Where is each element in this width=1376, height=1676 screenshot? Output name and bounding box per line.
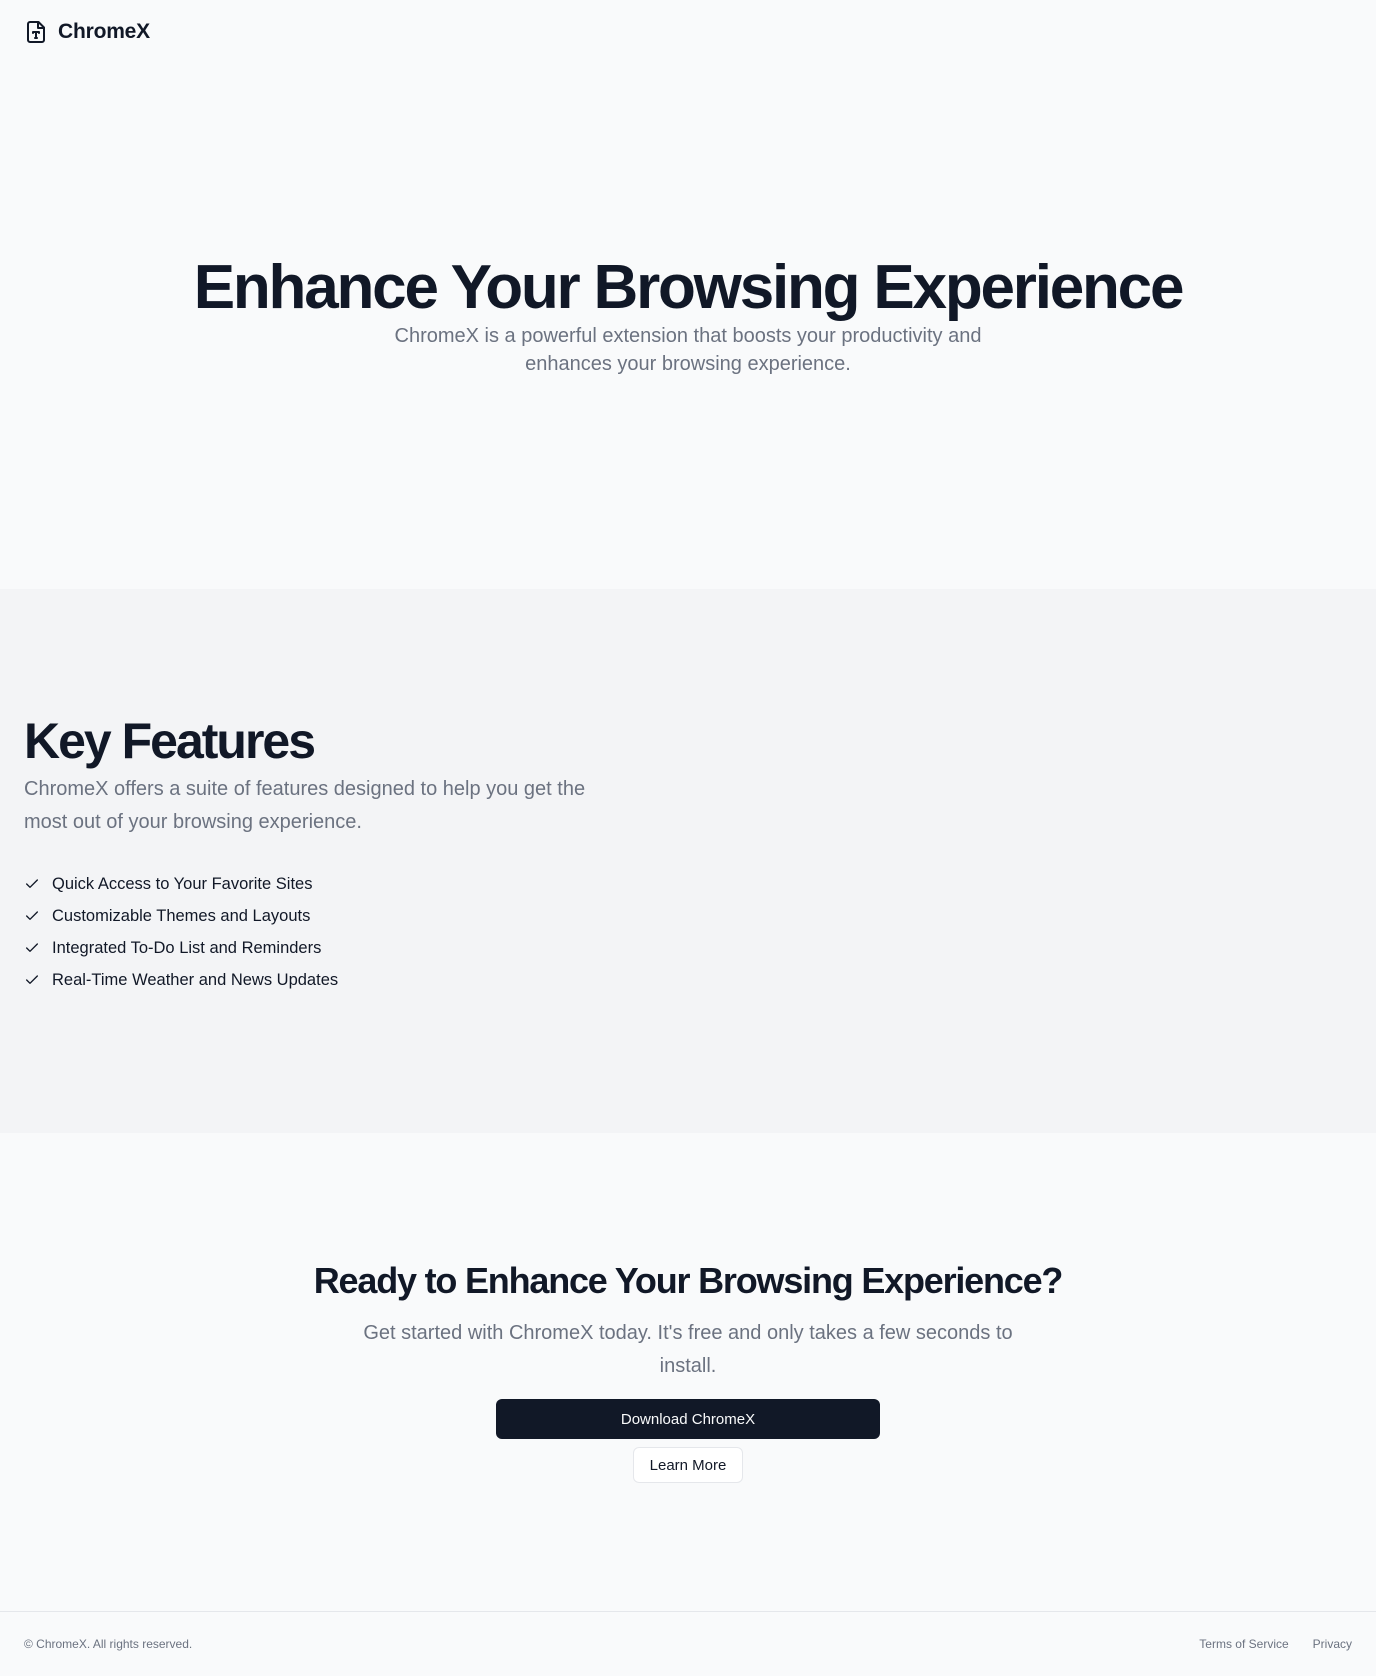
cta-section: Ready to Enhance Your Browsing Experienc… xyxy=(0,1133,1376,1611)
terms-link[interactable]: Terms of Service xyxy=(1199,1637,1288,1651)
file-type-icon xyxy=(27,21,45,43)
copyright-text: © ChromeX. All rights reserved. xyxy=(24,1637,193,1651)
check-icon xyxy=(26,975,38,984)
features-subtitle: ChromeX offers a suite of features desig… xyxy=(24,778,586,833)
feature-item: Quick Access to Your Favorite Sites xyxy=(24,868,338,900)
hero-title: Enhance Your Browsing Experience xyxy=(193,253,1185,322)
feature-item: Customizable Themes and Layouts xyxy=(24,900,338,932)
feature-label: Integrated To-Do List and Reminders xyxy=(52,938,322,957)
site-footer: © ChromeX. All rights reserved. Terms of… xyxy=(0,1611,1376,1676)
check-icon xyxy=(26,943,38,952)
cta-subtitle: Get started with ChromeX today. It's fre… xyxy=(363,1322,1013,1377)
feature-item: Integrated To-Do List and Reminders xyxy=(24,932,338,964)
features-title: Key Features xyxy=(24,713,316,769)
feature-label: Quick Access to Your Favorite Sites xyxy=(52,874,313,893)
download-button[interactable]: Download ChromeX xyxy=(496,1399,880,1439)
feature-label: Customizable Themes and Layouts xyxy=(52,906,311,925)
footer-nav: Terms of Service Privacy xyxy=(1199,1612,1352,1676)
feature-label: Real-Time Weather and News Updates xyxy=(52,970,339,989)
brand-link[interactable]: ChromeX xyxy=(24,20,150,44)
hero-subtitle: ChromeX is a powerful extension that boo… xyxy=(394,325,982,375)
features-list: Quick Access to Your Favorite Sites Cust… xyxy=(24,868,338,996)
privacy-link[interactable]: Privacy xyxy=(1313,1637,1352,1651)
learn-more-button[interactable]: Learn More xyxy=(633,1447,743,1483)
check-icon xyxy=(26,911,38,920)
features-section: Key Features ChromeX offers a suite of f… xyxy=(0,589,1376,1133)
site-header: ChromeX xyxy=(0,0,1376,64)
check-icon xyxy=(26,879,38,888)
feature-item: Real-Time Weather and News Updates xyxy=(24,964,338,996)
brand-name: ChromeX xyxy=(58,20,150,43)
hero-section: Enhance Your Browsing Experience ChromeX… xyxy=(0,64,1376,589)
cta-title: Ready to Enhance Your Browsing Experienc… xyxy=(313,1260,1064,1301)
